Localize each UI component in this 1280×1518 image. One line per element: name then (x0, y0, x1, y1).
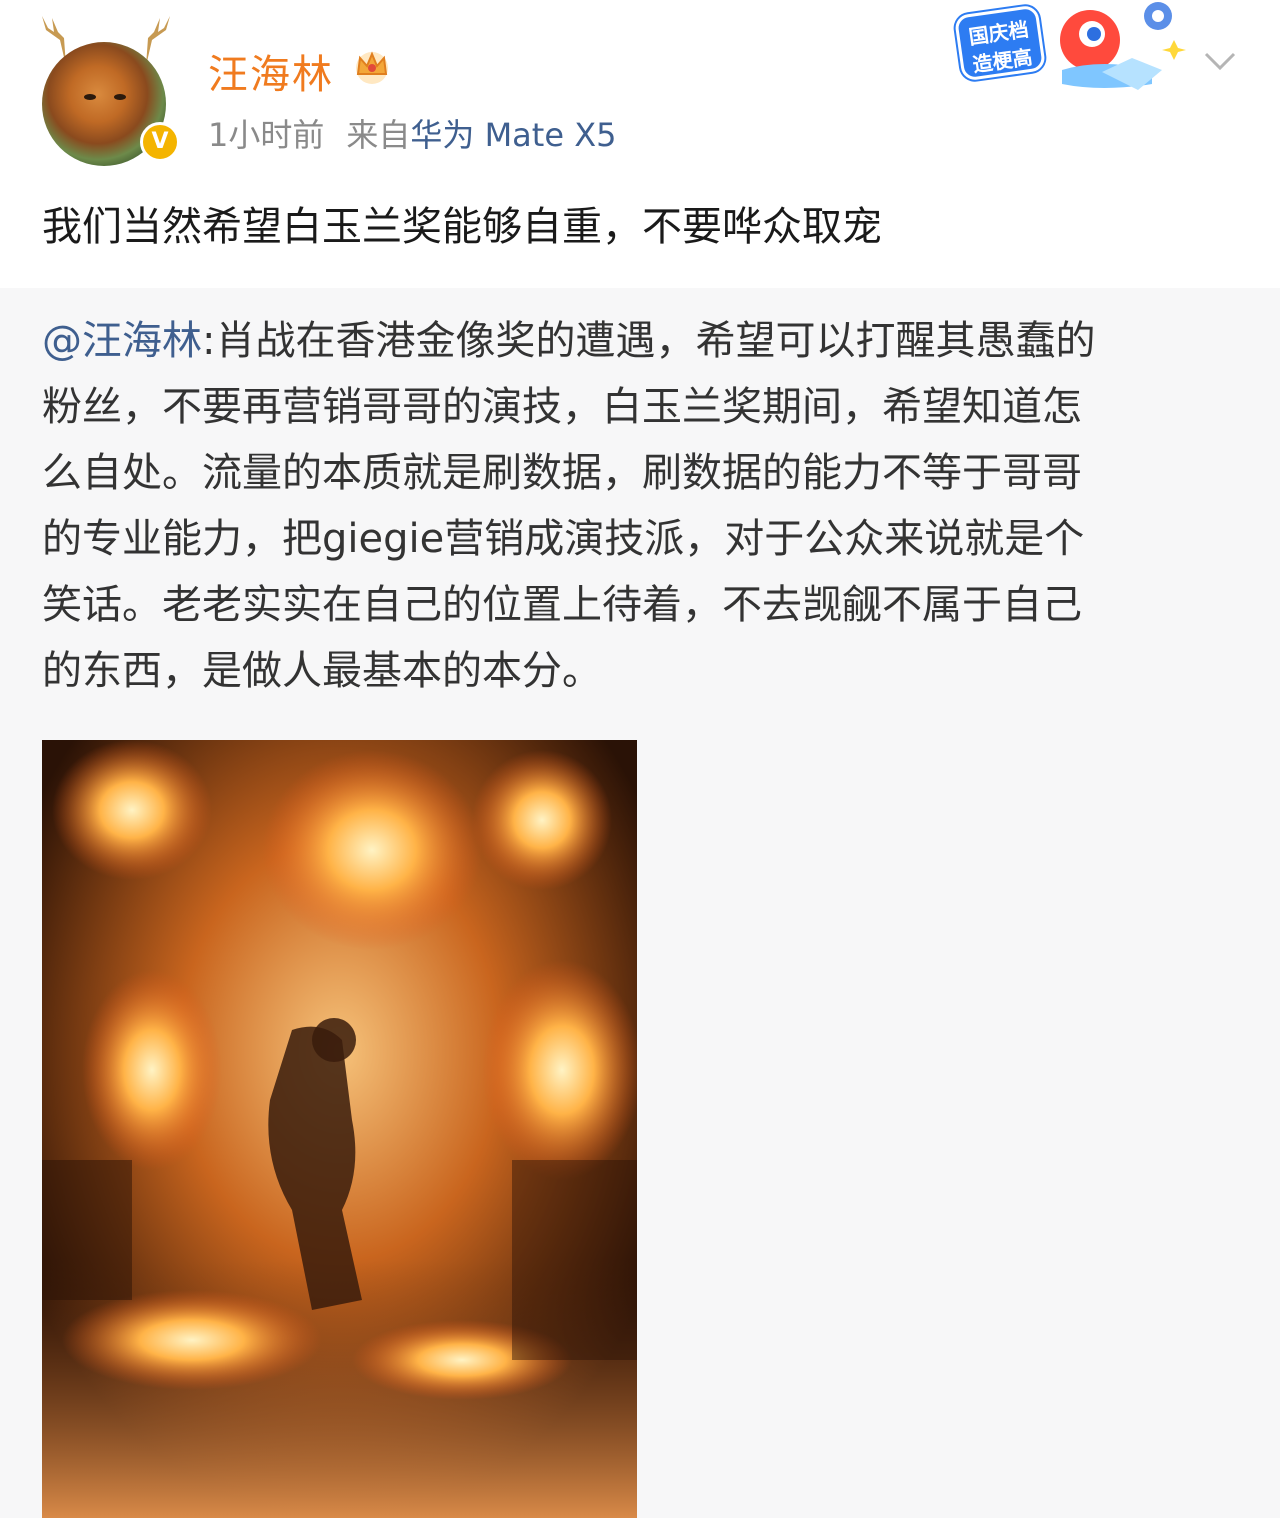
sticker-label: 国庆档 造梗高手 (953, 4, 1047, 102)
event-sticker[interactable]: 国庆档 造梗高手 (946, 0, 1194, 104)
author-name[interactable]: 汪海林 (208, 42, 334, 100)
retweet-card[interactable]: @汪海林:肖战在香港金像奖的遭遇，希望可以打醒其愚蠢的 粉丝，不要再营销哥哥的演… (0, 288, 1280, 1518)
mention-link[interactable]: @汪海林 (42, 318, 202, 364)
avatar-container[interactable]: V (36, 10, 180, 166)
post-text: 我们当然希望白玉兰奖能够自重，不要哗众取宠 (42, 204, 882, 250)
post-meta: 1小时前 来自华为 Mate X5 (208, 110, 616, 156)
post-time: 1小时前 (208, 116, 325, 154)
retweet-image[interactable] (42, 740, 637, 1518)
source-prefix: 来自 (346, 116, 411, 154)
post-header: V 汪海林 1小时前 来自华为 Mate X5 国庆档 造梗高手 我们当然希望白玉… (0, 0, 1280, 288)
verified-badge-icon: V (140, 122, 180, 162)
mascot-icon (1060, 2, 1186, 90)
chevron-down-icon[interactable] (1200, 40, 1240, 80)
crown-icon (356, 51, 388, 84)
device-link[interactable]: 华为 Mate X5 (410, 116, 616, 154)
fire-scene-image (42, 740, 637, 1518)
retweet-text: @汪海林:肖战在香港金像奖的遭遇，希望可以打醒其愚蠢的 粉丝，不要再营销哥哥的演… (42, 318, 1096, 694)
